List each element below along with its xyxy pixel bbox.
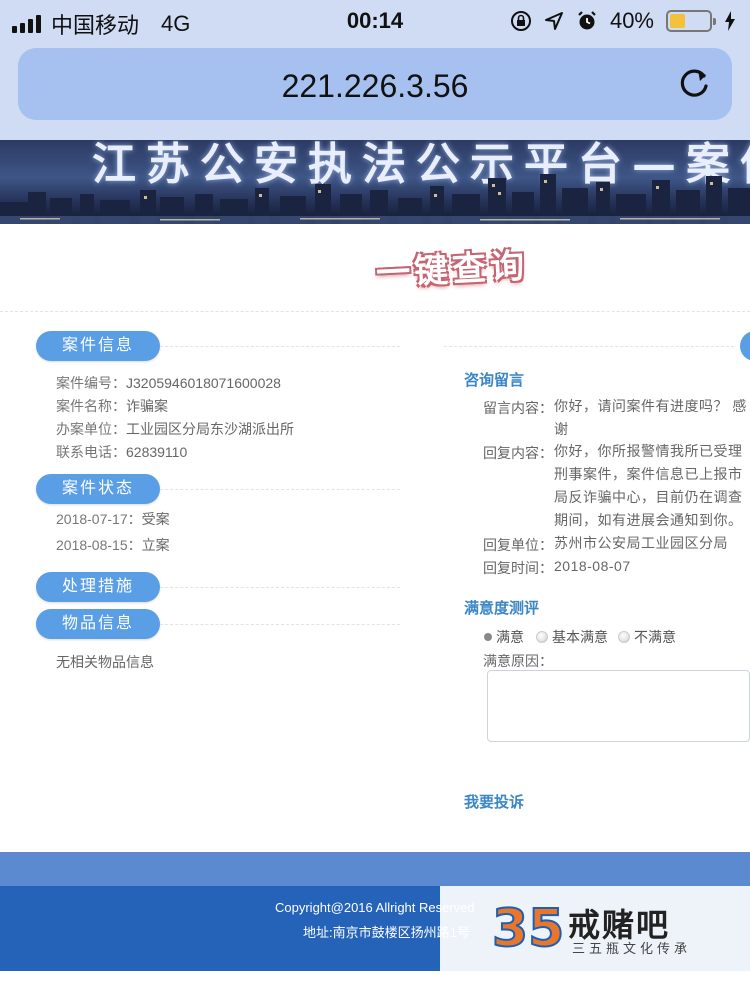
case-name-label: 案件名称：	[56, 398, 126, 414]
location-icon	[544, 12, 563, 30]
case-info-pill[interactable]: 案件信息	[36, 331, 160, 361]
radio-selected-icon[interactable]	[484, 633, 492, 641]
phone-row: 联系电话：62839110	[56, 442, 187, 462]
status-value: 立案	[141, 537, 170, 553]
case-number-label: 案件编号：	[56, 375, 126, 391]
radio-icon[interactable]	[536, 631, 548, 643]
address-bar[interactable]: 221.226.3.56	[18, 48, 732, 120]
reply-time-label: 回复时间：	[483, 560, 553, 576]
items-text: 无相关物品信息	[56, 654, 154, 670]
divider	[160, 587, 400, 588]
footer-bottom	[0, 971, 750, 983]
rating-option-unsatisfied[interactable]: 不满意	[618, 627, 676, 647]
battery-icon	[666, 10, 716, 32]
rotation-lock-icon	[510, 11, 531, 31]
logo-digits: 35	[492, 899, 564, 954]
measures-pill[interactable]: 处理措施	[36, 572, 160, 602]
message-text: 你好，请问案件有进度吗？ 感谢	[554, 398, 747, 437]
reply-text: 你好，你所报警情我所已受理刑事案件，案件信息已上报市局反诈骗中心，目前仍在调查期…	[554, 443, 743, 528]
reply-label: 回复内容：	[483, 445, 553, 461]
status-row: 2018-08-15：立案	[56, 535, 170, 555]
radio-label: 基本满意	[552, 629, 608, 645]
site-banner: 江苏公安执法公示平台—案件办理公	[0, 140, 750, 224]
divider	[0, 311, 750, 312]
handling-unit-row: 办案单位：工业园区分局东沙湖派出所	[56, 419, 294, 439]
right-section-pill[interactable]	[740, 331, 750, 361]
reply-unit-label: 回复单位：	[483, 537, 553, 553]
case-name-value: 诈骗案	[126, 398, 168, 414]
reply-time-value: 2018-08-07	[554, 558, 631, 574]
phone-label: 联系电话：	[56, 444, 126, 460]
watermark-slogan: 三五瓶文化传承	[572, 942, 692, 957]
battery-percent: 40%	[609, 8, 654, 33]
divider	[444, 346, 734, 347]
phone-value: 62839110	[126, 444, 188, 460]
footer-band	[0, 852, 750, 886]
url-text[interactable]: 221.226.3.56	[18, 68, 732, 105]
status-value: 受案	[141, 511, 170, 527]
reason-textarea[interactable]	[487, 670, 750, 742]
case-name-row: 案件名称：诈骗案	[56, 396, 168, 416]
message-label: 留言内容：	[483, 400, 553, 416]
rating-option-basic[interactable]: 基本满意	[536, 627, 608, 647]
items-pill[interactable]: 物品信息	[36, 609, 160, 639]
case-number-value: J3205946018071600028	[126, 375, 281, 391]
handling-unit-value: 工业园区分局东沙湖派出所	[126, 421, 294, 437]
alarm-icon	[578, 11, 596, 30]
divider	[160, 346, 400, 347]
watermark: 35 戒赌吧 三五瓶文化传承	[440, 886, 750, 971]
handling-unit-label: 办案单位：	[56, 421, 126, 437]
consult-title: 咨询留言	[464, 372, 525, 389]
status-date: 2018-08-15：	[56, 537, 142, 553]
complain-link[interactable]: 我要投诉	[464, 791, 524, 812]
status-date: 2018-07-17：	[56, 511, 142, 527]
watermark-logo: 35	[492, 898, 564, 954]
status-icons: 40%	[510, 8, 736, 34]
case-status-pill[interactable]: 案件状态	[36, 474, 160, 504]
reply-unit-value: 苏州市公安局工业园区分局	[554, 535, 728, 551]
case-number-row: 案件编号：J3205946018071600028	[56, 373, 281, 393]
charging-icon	[725, 11, 735, 31]
rating-option-satisfied[interactable]: 满意	[484, 627, 524, 647]
radio-icon[interactable]	[618, 631, 630, 643]
divider	[160, 489, 400, 490]
status-bar: 中国移动 4G 00:14 40%	[0, 0, 750, 44]
city-skyline-image	[0, 174, 750, 224]
reload-icon[interactable]	[674, 64, 714, 104]
status-row: 2018-07-17：受案	[56, 509, 170, 529]
browser-chrome: 221.226.3.56	[0, 44, 750, 140]
query-title: 一键查询	[375, 246, 530, 294]
divider	[160, 624, 400, 625]
rating-title: 满意度测评	[464, 600, 540, 617]
radio-label: 不满意	[634, 629, 676, 645]
radio-label: 满意	[496, 629, 524, 645]
reason-label: 满意原因：	[483, 653, 553, 669]
